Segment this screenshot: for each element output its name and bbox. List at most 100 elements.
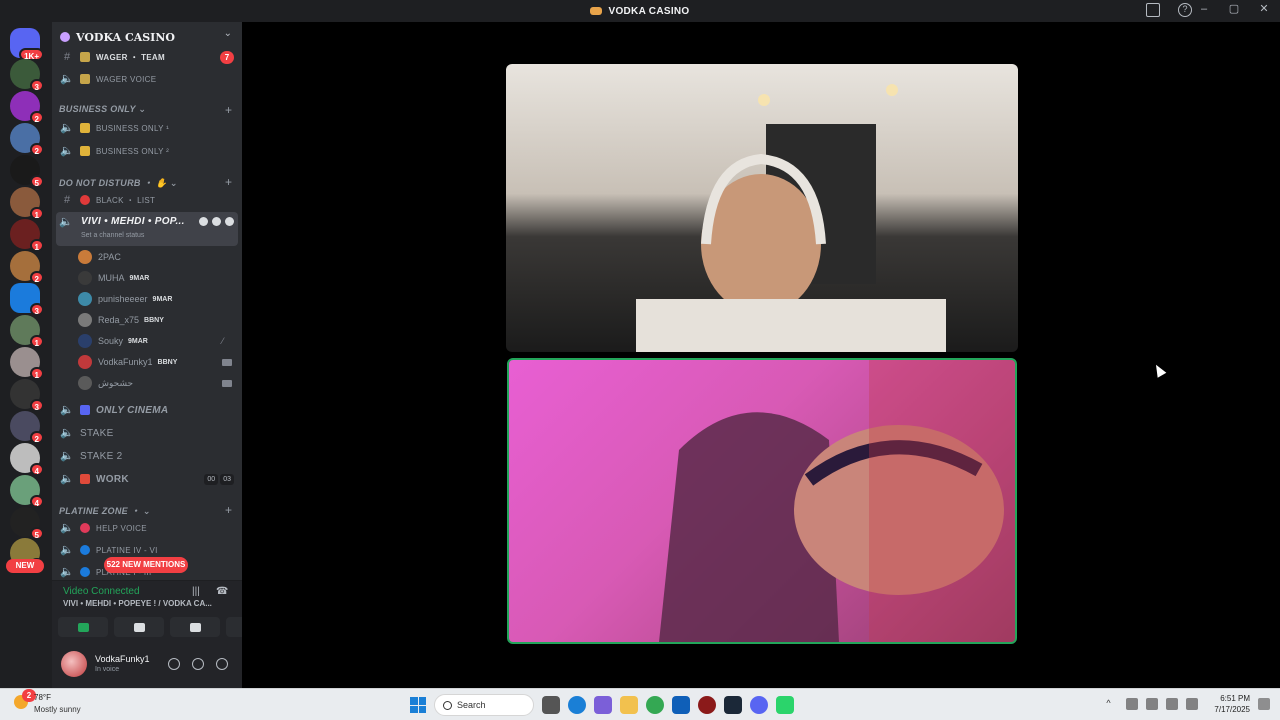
screen-share-icon — [133, 622, 145, 632]
server-badge: 3 — [29, 399, 44, 412]
member-tag: BBNY — [144, 316, 164, 324]
video-tile-2[interactable] — [507, 358, 1017, 644]
chevron-down-icon: ⌄ — [223, 28, 232, 39]
voice-channel-link[interactable]: VIVI • MEHDI • POPEYE ! / VODKA CA... — [63, 599, 228, 608]
clock-date: 7/17/2025 — [1214, 705, 1250, 714]
gear-icon[interactable] — [225, 217, 234, 226]
gear-icon[interactable] — [216, 658, 228, 670]
voice-member[interactable]: Reda_x75 BBNY — [78, 310, 238, 330]
voice-channel-item[interactable]: 🔈 BUSINESS ONLY ¹ — [52, 118, 242, 138]
new-mentions-pill[interactable]: 522 NEW MENTIONS — [104, 557, 188, 573]
channel-status[interactable]: Set a channel status — [81, 232, 144, 239]
key-emoji-icon — [80, 146, 90, 156]
new-servers-pill[interactable]: NEW — [6, 559, 44, 573]
store-icon[interactable] — [672, 696, 690, 714]
activities-button[interactable] — [170, 617, 220, 637]
video-tile-1[interactable] — [506, 64, 1018, 352]
avatar[interactable] — [61, 651, 87, 677]
server-icon[interactable]: 4 — [10, 475, 44, 508]
clock[interactable]: 6:51 PM 7/17/2025 — [1214, 693, 1250, 715]
selected-voice-channel[interactable]: 🔈 VIVI • MEHDI • POP... Set a channel st… — [56, 212, 238, 246]
server-icon[interactable]: 1 — [10, 347, 44, 380]
voice-channel-item[interactable]: 🔈 WAGER VOICE — [52, 69, 242, 89]
server-icon[interactable]: 1 — [10, 219, 44, 252]
server-icon[interactable]: 4 — [10, 443, 44, 476]
server-icon[interactable]: 5 — [10, 507, 44, 540]
server-icon[interactable]: 1 — [10, 315, 44, 348]
voice-channel-item[interactable]: 🔈 ONLY CINEMA — [52, 400, 242, 420]
hash-icon: # — [63, 51, 71, 63]
avatar — [78, 355, 92, 369]
channel-item[interactable]: # WAGER ・ TEAM 7 — [52, 47, 242, 67]
invite-icon[interactable] — [212, 217, 221, 226]
search-icon — [443, 700, 452, 710]
maximize-button[interactable]: ▢ — [1228, 3, 1240, 15]
tray-app-icon[interactable] — [1126, 698, 1139, 710]
voice-channel-item[interactable]: 🔈 STAKE — [52, 423, 242, 443]
steam-icon[interactable] — [724, 696, 742, 714]
add-channel-button[interactable]: + — [225, 176, 232, 188]
server-icon[interactable]: 2 — [10, 123, 44, 156]
file-explorer-icon[interactable] — [620, 696, 638, 714]
voice-status[interactable]: Video Connected — [63, 586, 140, 597]
voice-member[interactable]: حشحوش — [78, 373, 238, 393]
add-channel-button[interactable]: + — [225, 104, 232, 116]
disconnect-icon[interactable]: ☎ — [216, 586, 230, 600]
category-platine-zone[interactable]: PLATINE ZONE ・ ⌄ — [59, 504, 151, 517]
username[interactable]: VodkaFunky1 — [95, 654, 150, 664]
chat-icon[interactable] — [199, 217, 208, 226]
app-icon[interactable] — [698, 696, 716, 714]
title-bar: VODKA CASINO ? – ▢ ✕ — [0, 0, 1280, 22]
edge-icon[interactable] — [568, 696, 586, 714]
avatar — [78, 271, 92, 285]
server-icon[interactable]: 3 — [10, 59, 44, 92]
category-do-not-disturb[interactable]: DO NOT DISTURB ・ ✋ ⌄ — [59, 176, 178, 189]
server-icon[interactable]: 3 — [10, 283, 44, 316]
help-icon[interactable]: ? — [1178, 3, 1192, 17]
discord-icon[interactable] — [750, 696, 768, 714]
noise-suppression-icon[interactable]: ||| — [192, 586, 206, 600]
inbox-icon[interactable] — [1146, 3, 1160, 17]
guild-header[interactable]: VODKA CASINO ⌄ — [52, 26, 242, 48]
app-icon[interactable] — [776, 696, 794, 714]
chevron-up-icon[interactable]: ^ — [1106, 698, 1118, 710]
headphones-icon[interactable] — [192, 658, 204, 670]
voice-member[interactable]: Souky 9MAR ⁄ — [78, 331, 238, 351]
server-icon[interactable]: 5 — [10, 155, 44, 188]
server-icon[interactable]: 2 — [10, 251, 44, 284]
home-button[interactable]: 1K+ — [10, 28, 44, 61]
task-view-icon[interactable] — [542, 696, 560, 714]
camera-button[interactable] — [58, 617, 108, 637]
close-button[interactable]: ✕ — [1258, 3, 1270, 15]
channel-item[interactable]: # BLACK ・ LIST — [52, 190, 242, 210]
taskbar-search[interactable]: Search — [434, 694, 534, 716]
voice-member[interactable]: VodkaFunky1 BBNY — [78, 352, 238, 372]
windows-start-icon[interactable] — [410, 697, 426, 713]
copilot-icon[interactable] — [594, 696, 612, 714]
category-business-only[interactable]: BUSINESS ONLY ⌄ — [59, 104, 146, 115]
add-channel-button[interactable]: + — [225, 504, 232, 516]
server-icon[interactable]: 2 — [10, 411, 44, 444]
voice-channel-item[interactable]: 🔈 BUSINESS ONLY ² — [52, 141, 242, 161]
microphone-icon[interactable] — [1146, 698, 1159, 710]
user-panel: VodkaFunky1 In voice — [52, 644, 242, 688]
voice-channel-item[interactable]: 🔈 STAKE 2 — [52, 446, 242, 466]
voice-channel-item[interactable]: 🔈 HELP VOICE — [52, 518, 242, 538]
monitor-icon[interactable] — [1166, 698, 1179, 710]
gamepad-icon — [189, 622, 201, 632]
server-icon[interactable]: 2 — [10, 91, 44, 124]
chrome-icon[interactable] — [646, 696, 664, 714]
voice-channel-item[interactable]: 🔈 WORK 00 03 — [52, 469, 242, 489]
voice-member[interactable]: punisheeeer 9MAR — [78, 289, 238, 309]
volume-icon[interactable] — [1186, 698, 1199, 710]
microphone-icon[interactable] — [168, 658, 180, 670]
screen-share-button[interactable] — [114, 617, 164, 637]
minimize-button[interactable]: – — [1198, 3, 1210, 15]
server-icon[interactable]: 1 — [10, 187, 44, 220]
taskbar-apps: Search — [410, 694, 794, 716]
voice-member[interactable]: 2PAC — [78, 247, 238, 267]
weather-desc: Mostly sunny — [34, 705, 81, 714]
notification-icon[interactable] — [1258, 698, 1270, 710]
server-icon[interactable]: 3 — [10, 379, 44, 412]
voice-member[interactable]: MUHA 9MAR — [78, 268, 238, 288]
